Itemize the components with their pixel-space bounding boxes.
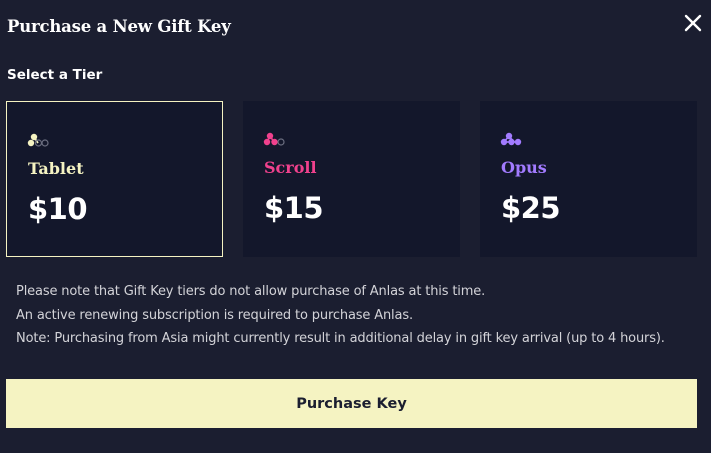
purchase-key-button[interactable]: Purchase Key xyxy=(6,379,697,428)
dialog-title: Purchase a New Gift Key xyxy=(7,17,231,36)
tier-price: $15 xyxy=(264,191,324,225)
opus-tier-icon xyxy=(500,132,522,146)
tier-name: Tablet xyxy=(28,159,84,178)
note-line: Note: Purchasing from Asia might current… xyxy=(16,331,665,346)
tier-card-tablet[interactable]: Tablet $10 xyxy=(6,101,223,257)
tier-name: Scroll xyxy=(264,158,317,177)
tier-name: Opus xyxy=(501,158,547,177)
tablet-tier-icon xyxy=(27,133,49,147)
tier-price: $10 xyxy=(28,192,88,226)
select-tier-label: Select a Tier xyxy=(7,67,103,83)
tier-card-scroll[interactable]: Scroll $15 xyxy=(243,101,460,257)
close-icon xyxy=(684,14,702,32)
close-button[interactable] xyxy=(682,12,704,34)
tier-card-opus[interactable]: Opus $25 xyxy=(480,101,697,257)
gift-key-dialog: Purchase a New Gift Key Select a Tier Ta… xyxy=(0,0,711,453)
tier-price: $25 xyxy=(501,191,561,225)
note-line: An active renewing subscription is requi… xyxy=(16,307,413,323)
purchase-notes: Please note that Gift Key tiers do not a… xyxy=(16,280,665,351)
scroll-tier-icon xyxy=(263,132,285,146)
note-line: Please note that Gift Key tiers do not a… xyxy=(16,284,486,299)
